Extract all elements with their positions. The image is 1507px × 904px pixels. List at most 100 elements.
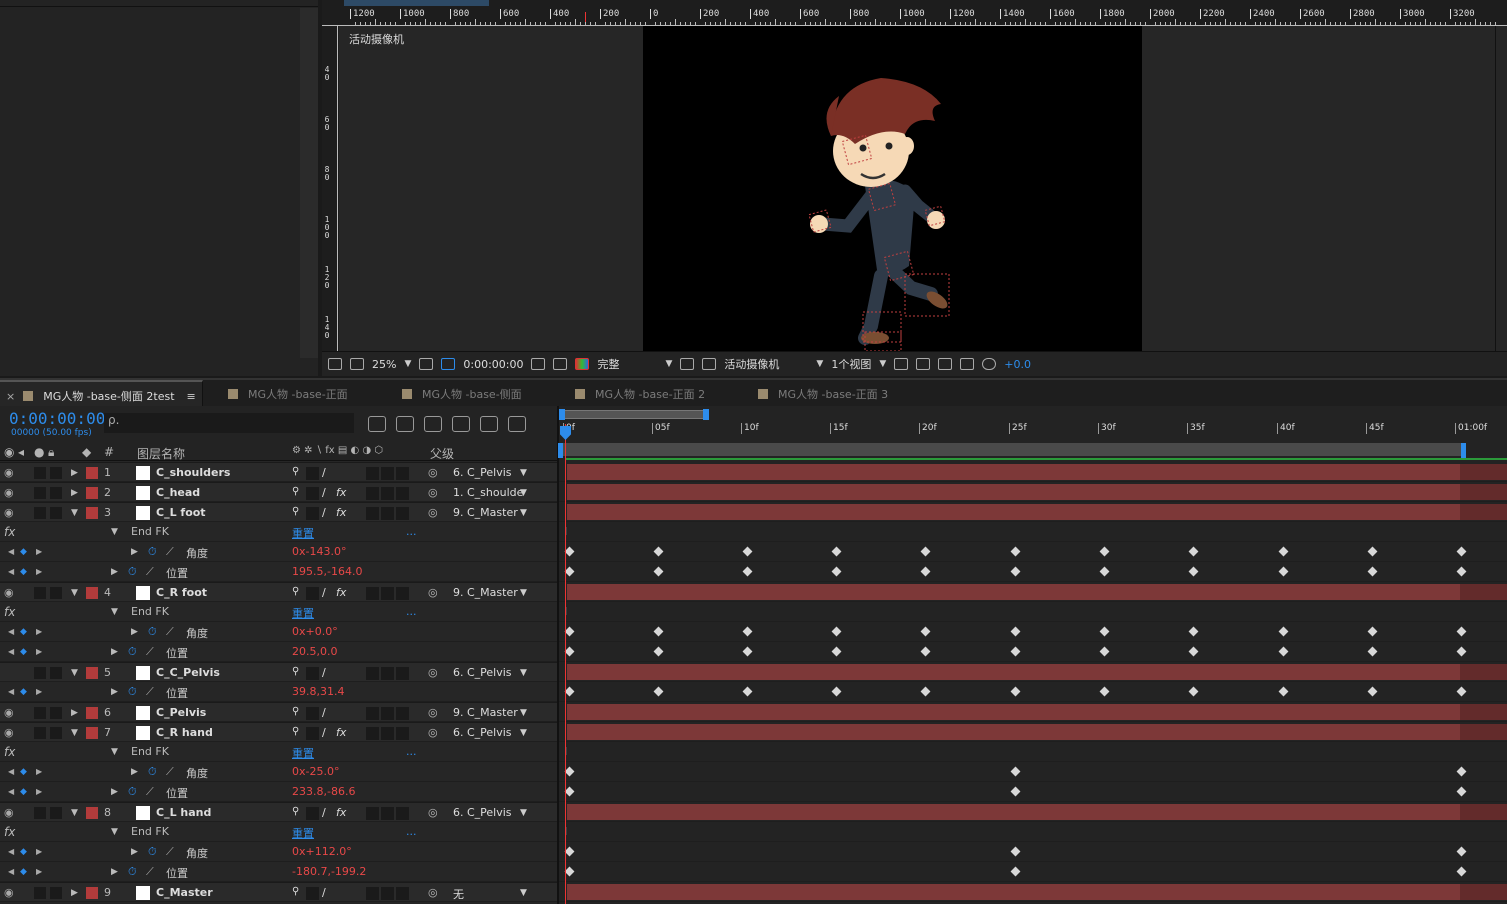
property-row[interactable]: ◀ ◆ ▶ ▶ ⏱︎ ⟋ 角度 0x+0.0° (0, 622, 557, 642)
next-keyframe-icon[interactable]: ▶ (36, 867, 42, 876)
switch-box[interactable] (381, 727, 394, 740)
layer-name[interactable]: C_Pelvis (156, 706, 206, 719)
transparency-grid-icon[interactable] (702, 358, 717, 370)
switch-box[interactable] (396, 507, 409, 520)
expand-triangle-icon[interactable]: ▼ (71, 728, 78, 738)
switch-box[interactable] (396, 887, 409, 900)
switch-box[interactable] (306, 727, 319, 740)
parent-select[interactable]: 无 (453, 886, 464, 902)
keyframe-marker[interactable] (1367, 566, 1378, 577)
frame-blending-icon[interactable] (452, 416, 470, 432)
expand-triangle-icon[interactable]: ▼ (111, 607, 118, 617)
prev-keyframe-icon[interactable]: ◀ (8, 867, 14, 876)
chevron-down-icon[interactable]: ▼ (879, 359, 886, 369)
prev-keyframe-icon[interactable]: ◀ (8, 567, 14, 576)
keyframe-marker[interactable] (1278, 566, 1289, 577)
keyframe-marker[interactable] (653, 686, 664, 697)
switch-box[interactable] (306, 887, 319, 900)
solo-icon[interactable]: ● (34, 445, 44, 459)
keyframe-marker[interactable] (1010, 626, 1021, 637)
reset-link[interactable]: 重置 (292, 745, 314, 761)
keyframe-marker[interactable] (1278, 686, 1289, 697)
lock-box[interactable] (50, 507, 62, 519)
speaker-icon[interactable]: ◂ (18, 445, 24, 459)
switch-box[interactable] (396, 667, 409, 680)
keyframe-marker[interactable] (1456, 686, 1467, 697)
keyframe-marker[interactable] (564, 846, 575, 857)
expand-triangle-icon[interactable]: ▼ (71, 588, 78, 598)
switch-box[interactable] (366, 727, 379, 740)
switch-box[interactable] (396, 467, 409, 480)
keyframe-marker[interactable] (564, 866, 575, 877)
layer-duration-bar[interactable] (567, 504, 1460, 520)
switch-box[interactable] (306, 467, 319, 480)
expand-triangle-icon[interactable]: ▼ (71, 808, 78, 818)
layer-duration-bar[interactable] (567, 704, 1460, 720)
next-keyframe-icon[interactable]: ▶ (36, 627, 42, 636)
keyframe-marker[interactable] (920, 686, 931, 697)
next-keyframe-icon[interactable]: ▶ (36, 567, 42, 576)
label-color[interactable] (86, 507, 98, 519)
keyframe-marker[interactable] (1010, 686, 1021, 697)
property-row[interactable]: ◀ ◆ ▶ ▶ ⏱︎ ⟋ 位置 39.8,31.4 (0, 682, 557, 702)
expand-triangle-icon[interactable]: ▼ (111, 747, 118, 757)
chevron-down-icon[interactable]: ▼ (520, 708, 527, 718)
fx-switch-icon[interactable]: fx (336, 726, 346, 739)
keyframe-marker[interactable] (564, 566, 575, 577)
parent-pickwhip-icon[interactable]: ◎ (428, 726, 438, 739)
layer-row[interactable]: ◉ ▶ 2 C_head ⚲ ∕ fx ◎ 1. C_shoulde ▼ (0, 482, 557, 502)
keyframe-icon[interactable]: ◆ (20, 687, 27, 697)
parent-pickwhip-icon[interactable]: ◎ (428, 806, 438, 819)
shy-switch-icon[interactable]: ⚲ (292, 586, 299, 597)
keyframe-marker[interactable] (653, 566, 664, 577)
expand-triangle-icon[interactable]: ▶ (131, 547, 138, 557)
prev-keyframe-icon[interactable]: ◀ (8, 647, 14, 656)
camera-select[interactable]: 活动摄像机 (724, 356, 808, 372)
label-color[interactable] (86, 727, 98, 739)
switch-box[interactable] (381, 707, 394, 720)
layer-row[interactable]: ◉ ▶ 1 C_shoulders ⚲ ∕ ◎ 6. C_Pelvis ▼ (0, 462, 557, 482)
graph-icon[interactable]: ⟋ (146, 865, 154, 879)
property-value[interactable]: 233.8,-86.6 (292, 785, 355, 798)
property-row[interactable]: ◀ ◆ ▶ ▶ ⏱︎ ⟋ 位置 195.5,-164.0 (0, 562, 557, 582)
layer-name[interactable]: C_R foot (156, 586, 207, 599)
expand-triangle-icon[interactable]: ▶ (111, 867, 118, 877)
col-layer-name[interactable]: 图层名称 (137, 445, 185, 462)
keyframe-marker[interactable] (831, 686, 842, 697)
layer-duration-bar[interactable] (567, 884, 1460, 900)
keyframe-marker[interactable] (1099, 546, 1110, 557)
layer-duration-bar[interactable] (567, 584, 1460, 600)
switch-box[interactable] (366, 487, 379, 500)
keyframe-marker[interactable] (742, 626, 753, 637)
switch-box[interactable] (366, 807, 379, 820)
layer-name[interactable]: C_R hand (156, 726, 213, 739)
region-icon[interactable] (419, 358, 434, 370)
switch-box[interactable] (366, 587, 379, 600)
switch-box[interactable] (396, 807, 409, 820)
label-icon[interactable]: ◆ (82, 445, 91, 459)
parent-select[interactable]: 9. C_Master (453, 506, 518, 519)
keyframe-marker[interactable] (1010, 766, 1021, 777)
graph-icon[interactable]: ⟋ (146, 685, 154, 699)
layer-row[interactable]: ◉ ▼ 7 C_R hand ⚲ ∕ fx ◎ 6. C_Pelvis ▼ (0, 722, 557, 742)
close-icon[interactable]: × (6, 390, 15, 403)
keyframe-marker[interactable] (564, 646, 575, 657)
keyframe-marker[interactable] (920, 626, 931, 637)
property-value[interactable]: 0x+0.0° (292, 625, 338, 638)
property-row[interactable]: ◀ ◆ ▶ ▶ ⏱︎ ⟋ 位置 -180.7,-199.2 (0, 862, 557, 882)
expand-triangle-icon[interactable]: ▼ (111, 527, 118, 537)
keyframe-marker[interactable] (742, 566, 753, 577)
eye-icon[interactable]: ◉ (4, 486, 14, 499)
property-value[interactable]: 0x-143.0° (292, 545, 346, 558)
shy-icon[interactable] (424, 416, 442, 432)
fx-switch-icon[interactable]: fx (336, 586, 346, 599)
effect-options[interactable]: ... (406, 745, 417, 758)
keyframe-marker[interactable] (831, 626, 842, 637)
mask-toggle-icon[interactable] (441, 358, 456, 370)
keyframe-marker[interactable] (1188, 546, 1199, 557)
next-keyframe-icon[interactable]: ▶ (36, 767, 42, 776)
eye-icon[interactable]: ◉ (4, 506, 14, 519)
keyframe-marker[interactable] (742, 646, 753, 657)
switch-box[interactable] (381, 487, 394, 500)
effect-row[interactable]: fx ▼ End FK 重置... (0, 522, 557, 542)
